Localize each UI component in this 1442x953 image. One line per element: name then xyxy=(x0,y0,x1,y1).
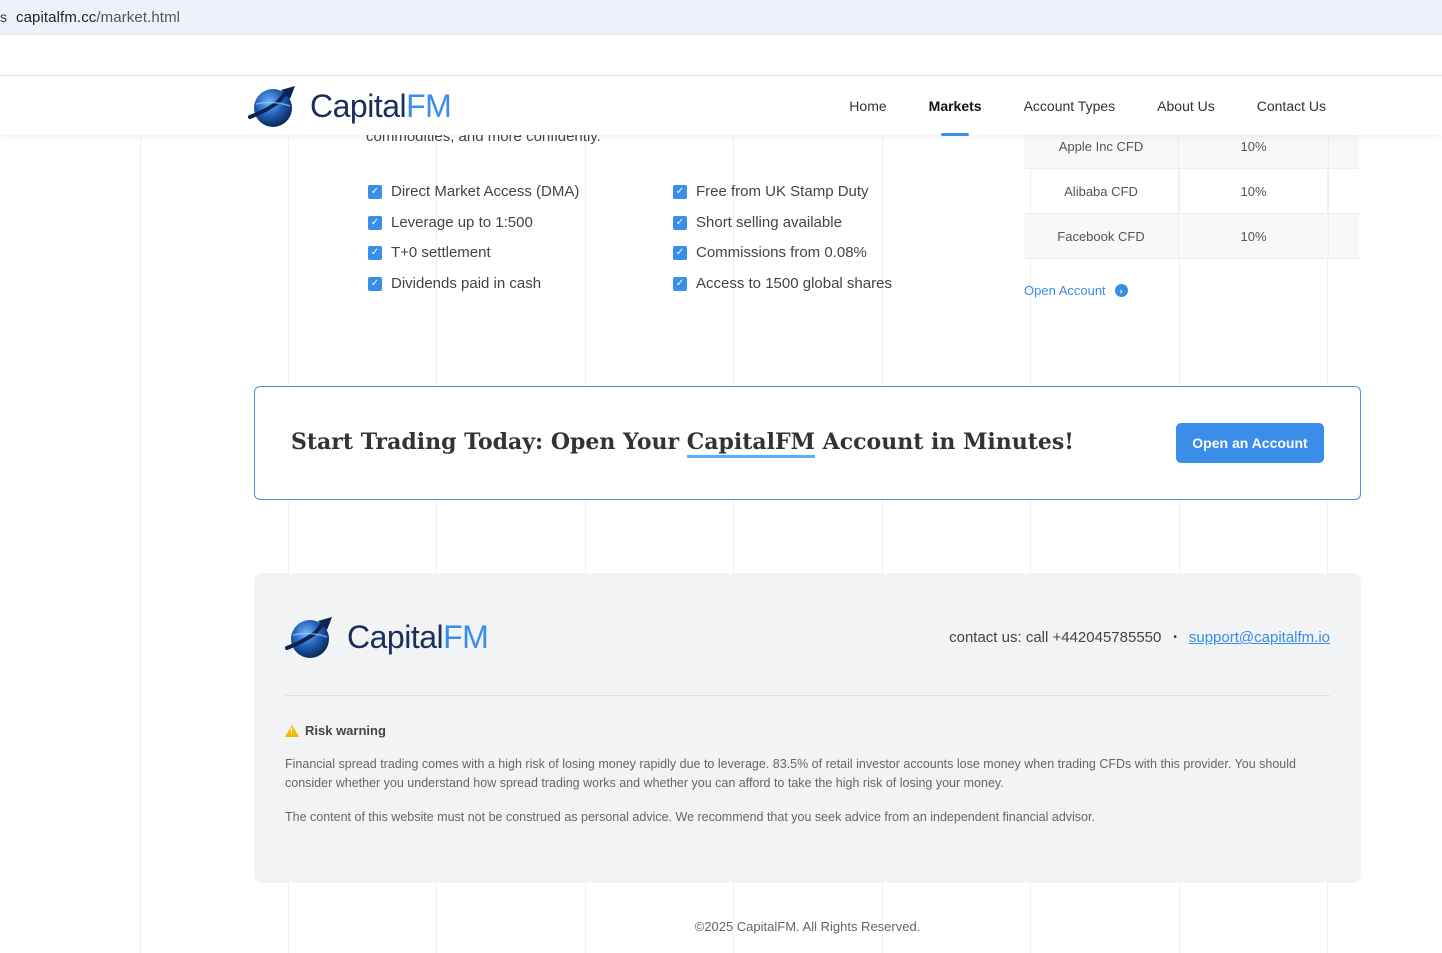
footer-logo[interactable]: CapitalFM xyxy=(285,615,489,659)
checkbox-checked-icon: ✓ xyxy=(368,245,382,260)
browser-address-bar[interactable]: s capitalfm.cc/market.html xyxy=(0,0,1442,35)
nav-label: Markets xyxy=(928,98,982,114)
risk-warning-heading: Risk warning xyxy=(285,723,386,738)
arrow-right-circle-icon: › xyxy=(1114,284,1128,297)
nav-markets[interactable]: Markets xyxy=(908,76,1003,136)
feature-label: Leverage up to 1:500 xyxy=(391,214,533,231)
nav-about-us[interactable]: About Us xyxy=(1136,76,1236,136)
nav-account-types[interactable]: Account Types xyxy=(1003,76,1137,136)
feature-label: Commissions from 0.08% xyxy=(696,244,867,261)
cfd-margin-table: Apple Inc CFD 10% Alibaba CFD 10% Facebo… xyxy=(1024,124,1359,259)
warning-icon xyxy=(285,724,299,737)
footer-divider xyxy=(285,695,1330,696)
risk-warning-title: Risk warning xyxy=(305,723,386,738)
cta-title-part: Start Trading Today: Open Your xyxy=(291,429,687,455)
checkbox-checked-icon: ✓ xyxy=(673,184,687,199)
support-email-link[interactable]: support@capitalfm.io xyxy=(1189,629,1330,646)
logo-word-capital: Capital xyxy=(310,87,407,124)
site-footer: CapitalFM contact us: call +442045785550… xyxy=(254,573,1361,883)
site-info-icon[interactable]: s xyxy=(0,9,7,25)
open-account-link-label: Open Account xyxy=(1024,283,1106,298)
url-path: /market.html xyxy=(96,9,181,26)
logo-word-capital: Capital xyxy=(347,618,444,655)
logo-word-fm: FM xyxy=(406,87,452,124)
logo-wordmark: CapitalFM xyxy=(347,618,489,656)
grid-line xyxy=(140,135,141,953)
logo-wordmark: CapitalFM xyxy=(310,87,452,125)
cta-banner: Start Trading Today: Open Your CapitalFM… xyxy=(254,386,1361,500)
logo-word-fm: FM xyxy=(443,618,489,655)
page: s capitalfm.cc/market.html commodities, … xyxy=(0,0,1442,953)
cta-title-brand: CapitalFM xyxy=(686,429,816,458)
feature-item: ✓ Free from UK Stamp Duty xyxy=(673,183,869,200)
feature-label: Free from UK Stamp Duty xyxy=(696,183,869,200)
separator-dot: • xyxy=(1173,632,1177,643)
cta-title: Start Trading Today: Open Your CapitalFM… xyxy=(291,429,1074,458)
table-cell-empty xyxy=(1329,214,1359,258)
cta-title-part: Account in Minutes! xyxy=(815,429,1074,455)
checkbox-checked-icon: ✓ xyxy=(673,245,687,260)
risk-warning-text: Financial spread trading comes with a hi… xyxy=(285,757,1296,790)
advice-disclaimer-text: The content of this website must not be … xyxy=(285,810,1095,824)
feature-item: ✓ Access to 1500 global shares xyxy=(673,275,892,292)
feature-item: ✓ Dividends paid in cash xyxy=(368,275,541,292)
feature-label: Dividends paid in cash xyxy=(391,275,542,292)
table-cell-empty xyxy=(1329,169,1359,213)
table-cell-value: 10% xyxy=(1179,214,1329,258)
feature-label: Short selling available xyxy=(696,214,842,231)
feature-item: ✓ T+0 settlement xyxy=(368,244,491,261)
contact-phone-text: contact us: call +442045785550 xyxy=(949,629,1162,646)
nav-label: Home xyxy=(849,98,887,114)
url-host: capitalfm.cc xyxy=(16,9,97,26)
table-row: Alibaba CFD 10% xyxy=(1024,169,1359,214)
feature-label: T+0 settlement xyxy=(391,244,491,261)
globe-logo-icon xyxy=(248,86,295,127)
feature-label: Direct Market Access (DMA) xyxy=(391,183,580,200)
feature-item: ✓ Leverage up to 1:500 xyxy=(368,214,533,231)
feature-item: ✓ Direct Market Access (DMA) xyxy=(368,183,579,200)
nav-label: About Us xyxy=(1157,98,1215,114)
table-cell-name: Facebook CFD xyxy=(1024,214,1179,258)
header-logo[interactable]: CapitalFM xyxy=(248,84,452,128)
open-account-link[interactable]: Open Account › xyxy=(1024,283,1128,298)
checkbox-checked-icon: ✓ xyxy=(368,215,382,230)
nav-label: Account Types xyxy=(1023,98,1116,114)
footer-contact: contact us: call +442045785550 • support… xyxy=(949,629,1330,646)
url-text[interactable]: capitalfm.cc/market.html xyxy=(16,9,180,26)
copyright-text: ©2025 CapitalFM. All Rights Reserved. xyxy=(694,919,921,934)
checkbox-checked-icon: ✓ xyxy=(673,215,687,230)
feature-label: Access to 1500 global shares xyxy=(696,275,892,292)
table-row: Facebook CFD 10% xyxy=(1024,214,1359,259)
feature-item: ✓ Short selling available xyxy=(673,214,842,231)
site-header: CapitalFM Home Markets Account Types Abo… xyxy=(0,75,1442,135)
checkbox-checked-icon: ✓ xyxy=(368,276,382,291)
nav-home[interactable]: Home xyxy=(828,76,907,136)
main-nav: Home Markets Account Types About Us Cont… xyxy=(828,76,1347,136)
checkbox-checked-icon: ✓ xyxy=(368,184,382,199)
nav-label: Contact Us xyxy=(1256,98,1326,114)
globe-logo-icon xyxy=(285,617,332,658)
table-cell-name: Alibaba CFD xyxy=(1024,169,1179,213)
open-an-account-button[interactable]: Open an Account xyxy=(1176,423,1324,463)
feature-item: ✓ Commissions from 0.08% xyxy=(673,244,867,261)
checkbox-checked-icon: ✓ xyxy=(673,276,687,291)
nav-contact-us[interactable]: Contact Us xyxy=(1236,76,1347,136)
table-cell-value: 10% xyxy=(1179,169,1329,213)
